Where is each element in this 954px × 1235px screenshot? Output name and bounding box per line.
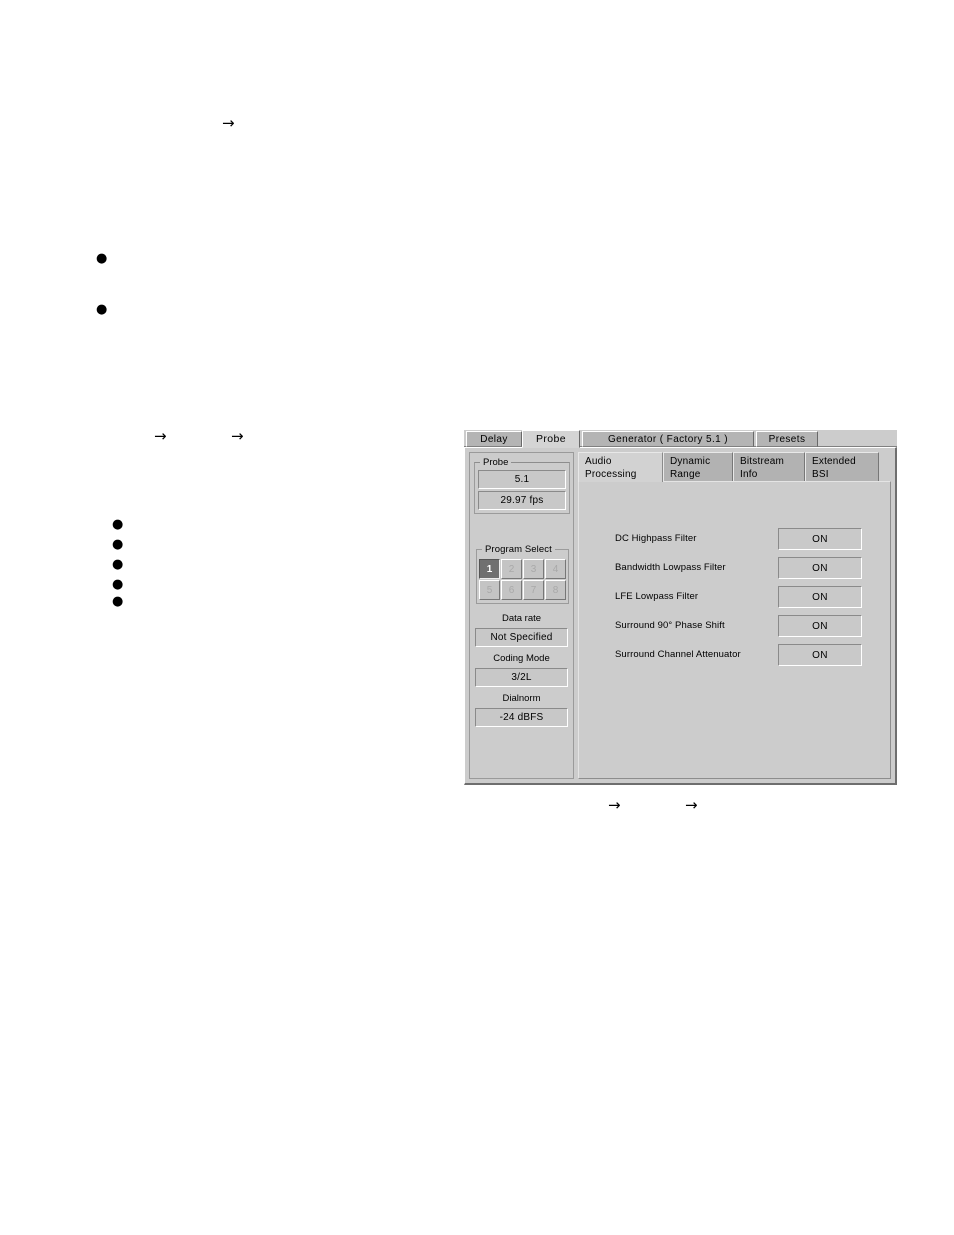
- program-select-groupbox: Program Select 1234 5678: [476, 544, 569, 604]
- data-rate-value: Not Specified: [475, 628, 568, 647]
- probe-content-pane: Audio Processing Dynamic Range Bitstream Info…: [578, 452, 891, 779]
- sub-tab-label-line1: Bitstream: [740, 456, 785, 467]
- window-body: Probe 5.1 29.97 fps Program Select 1234 5…: [464, 447, 897, 785]
- dialnorm-label: Dialnorm: [502, 693, 541, 704]
- program-button-4: 4: [545, 559, 566, 579]
- sub-tab-dynamic-range[interactable]: Dynamic Range: [663, 452, 733, 482]
- arrow-icon: →: [608, 796, 621, 814]
- probe-groupbox: Probe 5.1 29.97 fps: [474, 457, 570, 514]
- main-tab-delay[interactable]: Delay: [466, 431, 522, 447]
- surround-channel-attenuator-toggle[interactable]: ON: [778, 644, 862, 666]
- setting-row-lfe-lowpass-filter: LFE Lowpass Filter ON: [579, 586, 890, 608]
- bandwidth-lowpass-filter-label: Bandwidth Lowpass Filter: [615, 562, 726, 573]
- lfe-lowpass-filter-toggle[interactable]: ON: [778, 586, 862, 608]
- arrow-icon: →: [154, 427, 167, 445]
- bullet-icon: ●: [112, 517, 124, 532]
- arrow-icon: →: [685, 796, 698, 814]
- sub-tab-label-line2: Range: [670, 468, 701, 480]
- surround-90-phase-shift-toggle[interactable]: ON: [778, 615, 862, 637]
- dc-highpass-filter-label: DC Highpass Filter: [615, 533, 697, 544]
- setting-row-bandwidth-lowpass-filter: Bandwidth Lowpass Filter ON: [579, 557, 890, 579]
- program-button-2: 2: [501, 559, 522, 579]
- bullet-icon: ●: [112, 557, 124, 572]
- coding-mode-label: Coding Mode: [493, 653, 550, 664]
- bandwidth-lowpass-filter-toggle[interactable]: ON: [778, 557, 862, 579]
- program-button-1[interactable]: 1: [479, 559, 500, 579]
- program-button-5: 5: [479, 580, 500, 600]
- probe-format-field: 5.1: [478, 470, 566, 489]
- probe-sidebar: Probe 5.1 29.97 fps Program Select 1234 5…: [469, 452, 574, 779]
- program-button-7: 7: [523, 580, 544, 600]
- program-select-title: Program Select: [482, 544, 555, 555]
- setting-row-dc-highpass-filter: DC Highpass Filter ON: [579, 528, 890, 550]
- program-select-grid: 1234 5678: [479, 559, 566, 600]
- sub-tab-audio-processing[interactable]: Audio Processing: [578, 452, 663, 482]
- sub-tab-label-line2: BSI: [812, 468, 829, 480]
- program-button-8: 8: [545, 580, 566, 600]
- main-tab-generator-factory-5-1[interactable]: Generator ( Factory 5.1 ): [582, 431, 754, 447]
- setting-row-surround-90-phase-shift: Surround 90° Phase Shift ON: [579, 615, 890, 637]
- probe-groupbox-title: Probe: [480, 457, 512, 468]
- probe-sub-tab-bar: Audio Processing Dynamic Range Bitstream Info…: [578, 452, 891, 482]
- main-tab-bar: Delay Probe Generator ( Factory 5.1 ) Prese…: [464, 430, 897, 448]
- coding-mode-value: 3/2L: [475, 668, 568, 687]
- sub-tab-label-line1: Dynamic: [670, 456, 711, 467]
- sub-tab-bitstream-info[interactable]: Bitstream Info: [733, 452, 805, 482]
- audio-processing-panel: DC Highpass Filter ON Bandwidth Lowpass Fi…: [578, 481, 891, 779]
- bullet-icon: ●: [112, 537, 124, 552]
- bullet-icon: ●: [96, 302, 108, 317]
- surround-channel-attenuator-label: Surround Channel Attenuator: [615, 649, 741, 660]
- bullet-icon: ●: [112, 594, 124, 609]
- dc-highpass-filter-toggle[interactable]: ON: [778, 528, 862, 550]
- bullet-icon: ●: [96, 251, 108, 266]
- sub-tab-label-line1: Extended: [812, 456, 856, 467]
- dialnorm-value: -24 dBFS: [475, 708, 568, 727]
- sub-tab-label-line1: Audio: [585, 456, 612, 467]
- surround-90-phase-shift-label: Surround 90° Phase Shift: [615, 620, 725, 631]
- main-tab-presets[interactable]: Presets: [756, 431, 818, 447]
- lfe-lowpass-filter-label: LFE Lowpass Filter: [615, 591, 699, 602]
- data-rate-label: Data rate: [501, 613, 542, 624]
- bullet-icon: ●: [112, 577, 124, 592]
- audio-probe-window: Delay Probe Generator ( Factory 5.1 ) Prese…: [464, 430, 897, 785]
- program-button-3: 3: [523, 559, 544, 579]
- arrow-icon: →: [222, 114, 235, 132]
- sub-tab-label-line2: Info: [740, 468, 758, 480]
- sub-tab-extended-bsi[interactable]: Extended BSI: [805, 452, 879, 482]
- arrow-icon: →: [231, 427, 244, 445]
- setting-row-surround-channel-attenuator: Surround Channel Attenuator ON: [579, 644, 890, 666]
- sub-tab-label-line2: Processing: [585, 468, 637, 480]
- probe-framerate-field: 29.97 fps: [478, 491, 566, 510]
- main-tab-probe[interactable]: Probe: [522, 430, 580, 448]
- program-button-6: 6: [501, 580, 522, 600]
